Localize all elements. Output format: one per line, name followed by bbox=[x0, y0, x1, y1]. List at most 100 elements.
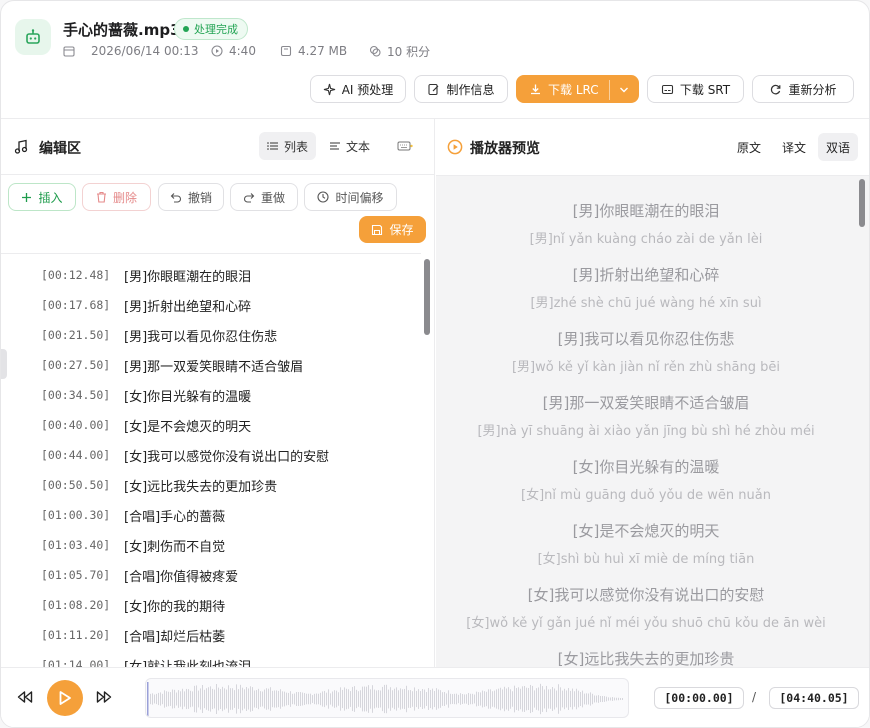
redo-button[interactable]: 重做 bbox=[230, 183, 298, 211]
waveform-bar bbox=[360, 690, 361, 708]
waveform-bar bbox=[242, 687, 243, 711]
preview-line: [女]远比我失去的更加珍贵 bbox=[436, 648, 856, 667]
preview-scrollbar[interactable] bbox=[859, 179, 865, 227]
lyric-row[interactable]: [01:08.20] [女]你的我的期待 bbox=[1, 590, 421, 620]
waveform-bar bbox=[536, 688, 537, 710]
download-lrc-button[interactable]: 下载 LRC bbox=[516, 75, 639, 103]
lyric-text[interactable]: [男]那一双爱笑眼睛不适合皱眉 bbox=[124, 356, 303, 375]
ai-preprocess-button[interactable]: AI 预处理 bbox=[310, 75, 406, 103]
lyric-timestamp[interactable]: [00:17.68] bbox=[41, 298, 110, 312]
lyric-timestamp[interactable]: [01:08.20] bbox=[41, 598, 110, 612]
waveform-bar bbox=[524, 685, 525, 713]
sidebar-handle[interactable] bbox=[1, 349, 7, 379]
keyboard-shortcuts-button[interactable] bbox=[389, 132, 421, 160]
waveform-bar bbox=[272, 690, 273, 708]
lyric-row[interactable]: [00:21.50] [男]我可以看见你忍住伤悲 bbox=[1, 320, 421, 350]
reanalyze-button[interactable]: 重新分析 bbox=[752, 75, 854, 103]
lyric-text[interactable]: [男]我可以看见你忍住伤悲 bbox=[124, 326, 277, 345]
lang-bilingual-tab[interactable]: 双语 bbox=[818, 133, 859, 161]
lyric-timestamp[interactable]: [00:34.50] bbox=[41, 388, 110, 402]
lyric-timestamp[interactable]: [00:21.50] bbox=[41, 328, 110, 342]
time-offset-button[interactable]: 时间偏移 bbox=[304, 183, 397, 211]
waveform-bar bbox=[592, 693, 593, 705]
lyric-row[interactable]: [00:50.50] [女]远比我失去的更加珍贵 bbox=[1, 470, 421, 500]
lyric-text[interactable]: [女]你的我的期待 bbox=[124, 596, 225, 615]
lyric-text[interactable]: [女]你目光躲有的温暖 bbox=[124, 386, 251, 405]
view-list-label: 列表 bbox=[284, 139, 309, 154]
waveform-bar bbox=[454, 693, 455, 705]
lang-translation-tab[interactable]: 译文 bbox=[774, 133, 814, 161]
preview-line: [男]你眼眶潮在的眼泪 [男]nǐ yǎn kuàng cháo zài de y… bbox=[436, 200, 856, 247]
lyric-row[interactable]: [01:11.20] [合唱]却烂后枯萎 bbox=[1, 620, 421, 650]
lyric-timestamp[interactable]: [01:00.30] bbox=[41, 508, 110, 522]
view-list-tab[interactable]: 列表 bbox=[259, 132, 317, 160]
waveform-bar bbox=[384, 684, 385, 714]
chevron-down-icon[interactable] bbox=[619, 86, 629, 94]
lyric-timestamp[interactable]: [01:03.40] bbox=[41, 538, 110, 552]
lyric-text[interactable]: [合唱]却烂后枯萎 bbox=[124, 626, 225, 645]
redo-label: 重做 bbox=[260, 190, 285, 205]
waveform-bar bbox=[312, 695, 313, 703]
insert-label: 插入 bbox=[38, 190, 63, 205]
waveform-bar bbox=[376, 690, 377, 708]
waveform-bar bbox=[332, 691, 333, 707]
lyric-timestamp[interactable]: [00:27.50] bbox=[41, 358, 110, 372]
view-text-tab[interactable]: 文本 bbox=[321, 132, 378, 160]
lyric-row[interactable]: [00:27.50] [男]那一双爱笑眼睛不适合皱眉 bbox=[1, 350, 421, 380]
lyric-timestamp[interactable]: [01:14.00] bbox=[41, 658, 110, 667]
delete-label: 删除 bbox=[112, 190, 137, 205]
lyric-text[interactable]: [女]就让我此刻也流泪 bbox=[124, 656, 251, 668]
lyric-row[interactable]: [00:44.00] [女]我可以感觉你没有说出口的安慰 bbox=[1, 440, 421, 470]
fast-forward-icon[interactable] bbox=[96, 690, 112, 704]
waveform-bar bbox=[184, 691, 185, 707]
waveform-bar bbox=[166, 691, 167, 707]
waveform-bar bbox=[552, 687, 553, 711]
waveform-bar bbox=[298, 692, 299, 706]
lyric-text[interactable]: [女]远比我失去的更加珍贵 bbox=[124, 476, 277, 495]
insert-button[interactable]: 插入 bbox=[8, 183, 76, 211]
waveform-bar bbox=[610, 697, 611, 701]
lyric-text[interactable]: [男]你眼眶潮在的眼泪 bbox=[124, 266, 251, 285]
save-button[interactable]: 保存 bbox=[359, 216, 426, 243]
lyric-text[interactable]: [女]刺伤而不自觉 bbox=[124, 536, 225, 555]
lyric-timestamp[interactable]: [01:11.20] bbox=[41, 628, 110, 642]
delete-button[interactable]: 删除 bbox=[82, 183, 151, 211]
playhead[interactable] bbox=[147, 682, 149, 716]
lyric-timestamp[interactable]: [01:05.70] bbox=[41, 568, 110, 582]
lyric-timestamp[interactable]: [00:50.50] bbox=[41, 478, 110, 492]
waveform-seekbar[interactable] bbox=[145, 678, 629, 718]
waveform-bar bbox=[344, 687, 345, 711]
lyric-text[interactable]: [合唱]你值得被疼爱 bbox=[124, 566, 238, 585]
lyric-timestamp[interactable]: [00:44.00] bbox=[41, 448, 110, 462]
waveform-bar bbox=[400, 688, 401, 710]
preview-line-pinyin: [男]nǐ yǎn kuàng cháo zài de yǎn lèi bbox=[529, 232, 763, 247]
undo-button[interactable]: 撤销 bbox=[158, 183, 224, 211]
lyric-text[interactable]: [合唱]手心的蔷薇 bbox=[124, 506, 225, 525]
lyric-row[interactable]: [00:12.48] [男]你眼眶潮在的眼泪 bbox=[1, 260, 421, 290]
waveform-bar bbox=[526, 687, 527, 711]
play-circle-icon bbox=[211, 45, 223, 57]
lyric-text[interactable]: [女]我可以感觉你没有说出口的安慰 bbox=[124, 446, 329, 465]
lyric-row[interactable]: [01:14.00] [女]就让我此刻也流泪 bbox=[1, 650, 421, 667]
lang-original-tab[interactable]: 原文 bbox=[729, 133, 769, 161]
lyric-row[interactable]: [00:34.50] [女]你目光躲有的温暖 bbox=[1, 380, 421, 410]
editor-scrollbar[interactable] bbox=[424, 259, 430, 335]
download-srt-button[interactable]: 下载 SRT bbox=[647, 75, 744, 103]
lyric-row[interactable]: [01:03.40] [女]刺伤而不自觉 bbox=[1, 530, 421, 560]
lyric-text[interactable]: [女]是不会熄灭的明天 bbox=[124, 416, 251, 435]
lyric-row[interactable]: [01:05.70] [合唱]你值得被疼爱 bbox=[1, 560, 421, 590]
production-info-label: 制作信息 bbox=[446, 82, 495, 97]
waveform-bar bbox=[488, 689, 489, 709]
lyric-row[interactable]: [01:00.30] [合唱]手心的蔷薇 bbox=[1, 500, 421, 530]
lyric-text[interactable]: [男]折射出绝望和心碎 bbox=[124, 296, 251, 315]
waveform-bar bbox=[266, 688, 267, 710]
lyric-timestamp[interactable]: [00:40.00] bbox=[41, 418, 110, 432]
waveform-bar bbox=[542, 686, 543, 712]
lyric-row[interactable]: [00:17.68] [男]折射出绝望和心碎 bbox=[1, 290, 421, 320]
lyric-row[interactable]: [00:40.00] [女]是不会熄灭的明天 bbox=[1, 410, 421, 440]
play-button[interactable] bbox=[47, 680, 83, 716]
lyric-timestamp[interactable]: [00:12.48] bbox=[41, 268, 110, 282]
waveform-bar bbox=[202, 685, 203, 713]
production-info-button[interactable]: 制作信息 bbox=[414, 75, 508, 103]
rewind-icon[interactable] bbox=[17, 690, 33, 704]
